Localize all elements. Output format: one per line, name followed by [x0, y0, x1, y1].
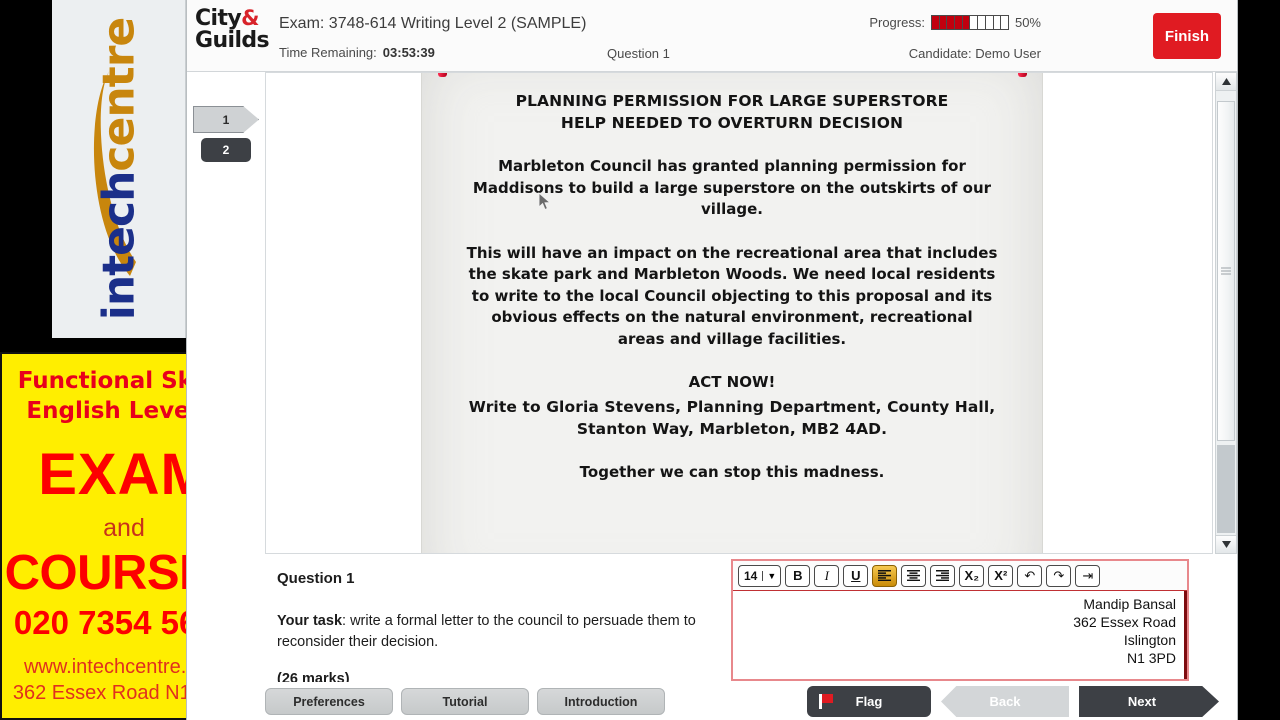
preferences-button[interactable]: Preferences: [265, 688, 393, 715]
brand-guilds: Guilds: [195, 28, 270, 53]
underline-button[interactable]: U: [843, 564, 869, 587]
current-question-indicator: Question 1: [607, 46, 670, 61]
font-size-select[interactable]: 14 ▼: [738, 564, 782, 587]
progress-percent: 50%: [1014, 15, 1041, 30]
progress-segment: [1001, 16, 1008, 29]
superscript-button[interactable]: X²: [988, 564, 1014, 587]
flag-button[interactable]: Flag: [807, 686, 931, 717]
editor-format-buttons: B I U X₂ X² ↶ ↷ ⇥: [785, 564, 1101, 587]
introduction-button[interactable]: Introduction: [537, 688, 665, 715]
question-title: Question 1: [277, 570, 355, 587]
bold-button[interactable]: B: [785, 564, 811, 587]
city-and-guilds-logo: City& Guilds: [195, 8, 275, 63]
logo-text-centre: centre: [93, 17, 144, 172]
scroll-up-button[interactable]: [1216, 73, 1236, 91]
triangle-down-icon: [1221, 541, 1231, 548]
question-task-label: Your task: [277, 613, 343, 629]
next-button[interactable]: Next: [1079, 686, 1219, 717]
progress-segment: [978, 16, 986, 29]
branding-panel: intechcentre: [52, 0, 186, 338]
progress-segment: [962, 16, 971, 29]
indent-button[interactable]: ⇥: [1075, 564, 1101, 587]
progress-segment: [955, 16, 963, 29]
progress-area: Progress: 50%: [869, 15, 1041, 30]
time-remaining-value: 03:53:39: [382, 45, 435, 60]
scrollbar-grip-icon: [1221, 266, 1231, 277]
logo-text-intech: intech: [93, 171, 144, 321]
poster-heading-1: PLANNING PERMISSION FOR LARGE SUPERSTORE: [515, 92, 949, 110]
scrollbar-track-lower[interactable]: [1217, 445, 1235, 533]
align-left-button[interactable]: [872, 564, 898, 587]
poster-closing: Together we can stop this madness.: [579, 462, 885, 481]
poster-paragraph-2: This will have an impact on the recreati…: [466, 243, 998, 348]
chevron-down-icon: ▼: [762, 570, 780, 581]
poster-paragraph-1: Marbleton Council has granted planning p…: [472, 157, 992, 218]
answer-content: Mandip Bansal 362 Essex Road Islington N1 3…: [739, 595, 1176, 667]
exam-header: City& Guilds Exam: 3748-614 Writing Leve…: [187, 0, 1237, 72]
exam-application: City& Guilds Exam: 3748-614 Writing Leve…: [186, 0, 1238, 720]
answer-line: Mandip Bansal: [1083, 596, 1176, 612]
pushpin-icon: [1010, 73, 1034, 78]
progress-segment: [939, 16, 948, 29]
answer-textarea[interactable]: Mandip Bansal 362 Essex Road Islington N1 3…: [733, 591, 1187, 679]
scrollbar-thumb[interactable]: [1217, 101, 1235, 441]
back-button: Back: [941, 686, 1069, 717]
question-marks: (26 marks): [277, 671, 350, 682]
candidate-name: Candidate: Demo User: [908, 46, 1041, 61]
poster-stimulus: PLANNING PERMISSION FOR LARGE SUPERSTORE…: [421, 73, 1043, 553]
stimulus-scroll-area[interactable]: PLANNING PERMISSION FOR LARGE SUPERSTORE…: [265, 72, 1213, 554]
brand-ampersand-icon: &: [241, 6, 259, 30]
poster-address: Write to Gloria Stevens, Planning Depart…: [468, 397, 996, 438]
subscript-button[interactable]: X₂: [959, 564, 985, 587]
answer-editor: 14 ▼ B I U X₂ X² ↶ ↷ ⇥ Mandip Bansal 362 Essex R…: [731, 559, 1189, 681]
pushpin-icon: [430, 73, 454, 78]
progress-label: Progress:: [869, 15, 925, 30]
poster-call-to-action: ACT NOW!: [688, 373, 776, 391]
font-size-value: 14: [744, 568, 758, 583]
progress-segment: [970, 16, 979, 29]
time-remaining: Time Remaining: 03:53:39: [279, 45, 435, 60]
progress-segment: [994, 16, 1002, 29]
poster-heading-2: HELP NEEDED TO OVERTURN DECISION: [560, 114, 904, 132]
exam-title: Exam: 3748-614 Writing Level 2 (SAMPLE): [279, 15, 587, 32]
align-right-button[interactable]: [930, 564, 956, 587]
answer-line: N1 3PD: [1126, 650, 1176, 666]
question-nav-item-2[interactable]: 2: [201, 138, 251, 162]
finish-button[interactable]: Finish: [1153, 13, 1221, 59]
question-task: Your task: write a formal letter to the …: [277, 611, 715, 653]
progress-segment: [931, 16, 940, 29]
question-nav-item-1[interactable]: 1: [193, 106, 259, 133]
redo-button[interactable]: ↷: [1046, 564, 1072, 587]
answer-line: Islington: [1123, 632, 1176, 648]
stimulus-scrollbar[interactable]: [1215, 72, 1237, 554]
flag-icon: [819, 694, 833, 709]
italic-button[interactable]: I: [814, 564, 840, 587]
tutorial-button[interactable]: Tutorial: [401, 688, 529, 715]
screen: intechcentre Functional Skills English L…: [0, 0, 1280, 720]
align-center-button[interactable]: [901, 564, 927, 587]
undo-button[interactable]: ↶: [1017, 564, 1043, 587]
scroll-down-button[interactable]: [1216, 535, 1236, 553]
question-panel: Question 1 Your task: write a formal let…: [265, 556, 725, 682]
progress-bar: [930, 15, 1009, 30]
progress-segment: [947, 16, 956, 29]
progress-segment: [986, 16, 994, 29]
bottom-toolbar: Preferences Tutorial Introduction Flag B…: [187, 682, 1237, 720]
question-navigation-rail: 12: [187, 72, 265, 688]
triangle-up-icon: [1221, 78, 1231, 85]
flag-button-label: Flag: [855, 694, 883, 709]
intechcentre-logo: intechcentre: [93, 18, 144, 321]
time-remaining-label: Time Remaining:: [279, 45, 377, 60]
answer-line: 362 Essex Road: [1073, 614, 1176, 630]
editor-toolbar: 14 ▼ B I U X₂ X² ↶ ↷ ⇥: [733, 561, 1187, 591]
